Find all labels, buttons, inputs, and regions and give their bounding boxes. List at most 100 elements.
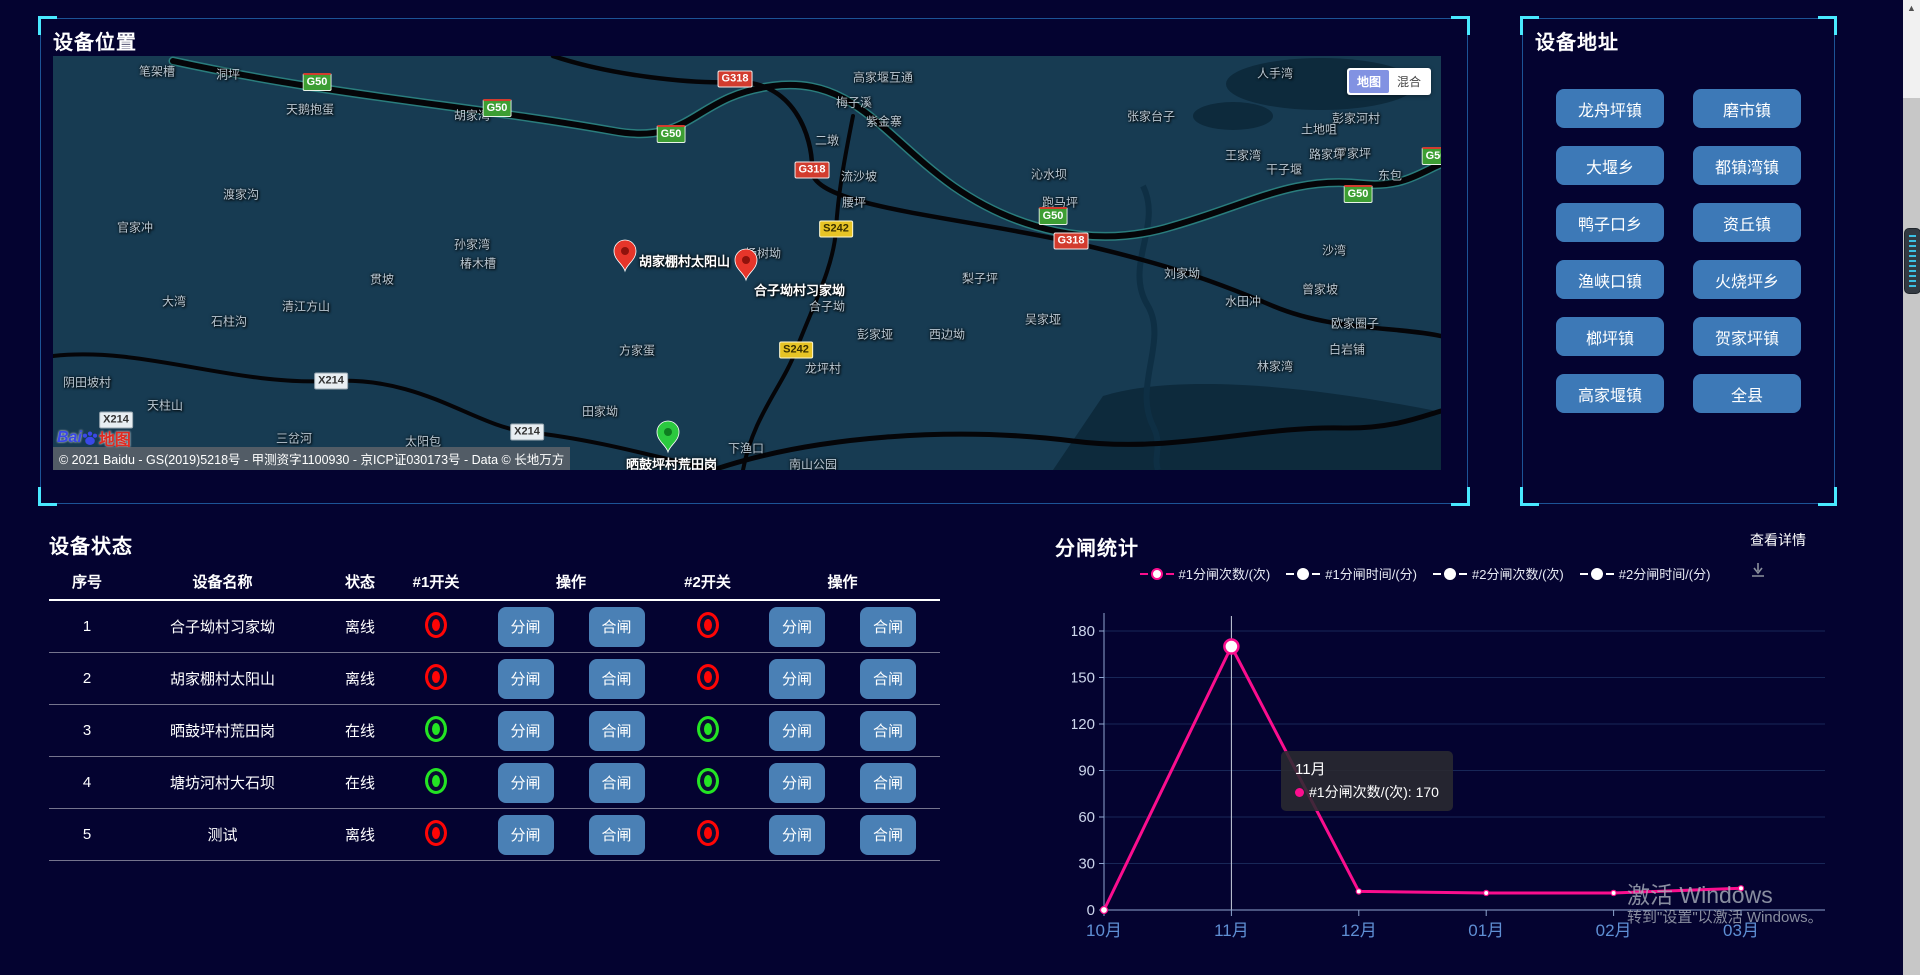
close-switch-button[interactable]: 合闸 — [860, 815, 916, 855]
address-button-4[interactable]: 都镇湾镇 — [1693, 146, 1801, 185]
device-status: 在线 — [320, 772, 400, 793]
row-number: 3 — [49, 722, 125, 739]
close-switch-button[interactable]: 合闸 — [860, 659, 916, 699]
scrollbar-thumb[interactable] — [1904, 228, 1920, 294]
table-header: 序号 — [49, 571, 125, 592]
legend-item[interactable]: #1分闸时间/(分) — [1286, 564, 1417, 583]
address-button-1[interactable]: 龙舟坪镇 — [1556, 89, 1664, 128]
svg-text:120: 120 — [1072, 716, 1095, 733]
open-switch-button[interactable]: 分闸 — [769, 763, 825, 803]
address-button-9[interactable]: 榔坪镇 — [1556, 317, 1664, 356]
road-badge-S242: S242 — [779, 342, 813, 359]
open-switch-button[interactable]: 分闸 — [498, 607, 554, 647]
legend-item[interactable]: #1分闸次数/(次) — [1140, 564, 1271, 583]
map-attribution: © 2021 Baidu - GS(2019)5218号 - 甲测资字11009… — [53, 447, 570, 470]
close-switch-button[interactable]: 合闸 — [860, 763, 916, 803]
close-switch-button[interactable]: 合闸 — [589, 659, 645, 699]
open-switch-button[interactable]: 分闸 — [769, 815, 825, 855]
table-row: 2胡家棚村太阳山离线分闸合闸分闸合闸 — [49, 653, 940, 705]
road-badge-G50: G50 — [1344, 185, 1373, 203]
table-row: 5测试离线分闸合闸分闸合闸 — [49, 809, 940, 861]
chart-legend: #1分闸次数/(次) #1分闸时间/(分) #2分闸次数/(次) #2分闸时间/… — [1080, 564, 1770, 583]
switch2-indicator — [697, 612, 719, 638]
corner-decor — [38, 487, 57, 506]
switch2-indicator — [697, 664, 719, 690]
close-switch-button[interactable]: 合闸 — [860, 711, 916, 751]
table-header: #2开关 — [670, 571, 745, 592]
row-number: 4 — [49, 774, 125, 791]
address-button-3[interactable]: 大堰乡 — [1556, 146, 1664, 185]
chart-panel-title: 分闸统计 — [1055, 532, 1139, 561]
table-header: 状态 — [320, 571, 400, 592]
scrollbar-top-cap: ▲ — [1903, 0, 1920, 98]
map-type-control[interactable]: 地图混合 — [1347, 68, 1431, 95]
status-panel-title: 设备状态 — [49, 530, 133, 559]
svg-text:30: 30 — [1078, 856, 1095, 873]
close-switch-button[interactable]: 合闸 — [589, 711, 645, 751]
windows-activation-watermark: 激活 Windows — [1627, 876, 1773, 910]
device-address-panel: 设备地址 龙舟坪镇磨市镇大堰乡都镇湾镇鸭子口乡资丘镇渔峡口镇火烧坪乡榔坪镇贺家坪… — [1522, 18, 1835, 504]
map-marker-label: 胡家棚村太阳山 — [639, 251, 730, 270]
svg-text:10月: 10月 — [1086, 921, 1122, 940]
device-name: 合子坳村习家坳 — [125, 616, 320, 637]
svg-text:90: 90 — [1078, 763, 1095, 780]
device-name: 塘坊河村大石坝 — [125, 772, 320, 793]
address-button-11[interactable]: 高家堰镇 — [1556, 374, 1664, 413]
device-location-panel: 设备位置 笔架槽洞坪天鹅抱蛋胡家湾高家堰互通梅子溪紫金寨二墩流沙坡沁水坝张家台子… — [40, 18, 1468, 504]
address-button-10[interactable]: 贺家坪镇 — [1693, 317, 1801, 356]
road-badge-G50: G50 — [303, 73, 332, 91]
address-button-6[interactable]: 资丘镇 — [1693, 203, 1801, 242]
address-button-12[interactable]: 全县 — [1693, 374, 1801, 413]
road-badge-G318: G318 — [1054, 233, 1089, 250]
address-button-2[interactable]: 磨市镇 — [1693, 89, 1801, 128]
road-badge-S242: S242 — [819, 221, 853, 238]
road-badge-G318: G318 — [795, 162, 830, 179]
road-badge-G318: G318 — [718, 71, 753, 88]
address-button-8[interactable]: 火烧坪乡 — [1693, 260, 1801, 299]
view-details-link[interactable]: 查看详情 — [1750, 530, 1806, 550]
open-switch-button[interactable]: 分闸 — [769, 659, 825, 699]
open-switch-button[interactable]: 分闸 — [769, 607, 825, 647]
row-number: 1 — [49, 618, 125, 635]
map-marker-label: 晒鼓坪村荒田岗 — [626, 454, 717, 470]
address-button-grid: 龙舟坪镇磨市镇大堰乡都镇湾镇鸭子口乡资丘镇渔峡口镇火烧坪乡榔坪镇贺家坪镇高家堰镇… — [1556, 89, 1801, 413]
close-switch-button[interactable]: 合闸 — [589, 815, 645, 855]
open-switch-button[interactable]: 分闸 — [498, 659, 554, 699]
switch2-indicator — [697, 716, 719, 742]
road-badge-G50: G50 — [1422, 147, 1441, 165]
row-number: 5 — [49, 826, 125, 843]
address-button-5[interactable]: 鸭子口乡 — [1556, 203, 1664, 242]
road-badge-G50: G50 — [1039, 207, 1068, 225]
table-header: 操作 — [745, 571, 940, 592]
device-name: 测试 — [125, 824, 320, 845]
open-switch-button[interactable]: 分闸 — [498, 763, 554, 803]
map-type-hybrid[interactable]: 混合 — [1389, 70, 1429, 93]
corner-decor — [1451, 16, 1470, 35]
switch1-indicator — [425, 612, 447, 638]
device-status-table: 序号设备名称状态#1开关操作#2开关操作1合子坳村习家坳离线分闸合闸分闸合闸2胡… — [49, 563, 940, 861]
road-badge-G50: G50 — [657, 125, 686, 143]
legend-item[interactable]: #2分闸时间/(分) — [1580, 564, 1711, 583]
corner-decor — [1520, 487, 1539, 506]
device-status: 离线 — [320, 668, 400, 689]
map-canvas[interactable]: 笔架槽洞坪天鹅抱蛋胡家湾高家堰互通梅子溪紫金寨二墩流沙坡沁水坝张家台子彭家河村王… — [53, 56, 1441, 470]
corner-decor — [1818, 16, 1837, 35]
device-status: 离线 — [320, 616, 400, 637]
switch1-indicator — [425, 716, 447, 742]
svg-text:11月: 11月 — [1214, 921, 1249, 940]
map-marker-label: 合子坳村习家坳 — [754, 280, 845, 299]
page-scrollbar-track[interactable]: ▲ — [1903, 0, 1920, 975]
legend-item[interactable]: #2分闸次数/(次) — [1433, 564, 1564, 583]
close-switch-button[interactable]: 合闸 — [860, 607, 916, 647]
close-switch-button[interactable]: 合闸 — [589, 763, 645, 803]
close-switch-button[interactable]: 合闸 — [589, 607, 645, 647]
table-row: 3晒鼓坪村荒田岗在线分闸合闸分闸合闸 — [49, 705, 940, 757]
device-name: 胡家棚村太阳山 — [125, 668, 320, 689]
map-type-map[interactable]: 地图 — [1349, 70, 1389, 93]
open-switch-button[interactable]: 分闸 — [498, 711, 554, 751]
scrollbar-up-arrow[interactable]: ▲ — [1903, 3, 1920, 13]
open-switch-button[interactable]: 分闸 — [498, 815, 554, 855]
device-status: 在线 — [320, 720, 400, 741]
open-switch-button[interactable]: 分闸 — [769, 711, 825, 751]
address-button-7[interactable]: 渔峡口镇 — [1556, 260, 1664, 299]
